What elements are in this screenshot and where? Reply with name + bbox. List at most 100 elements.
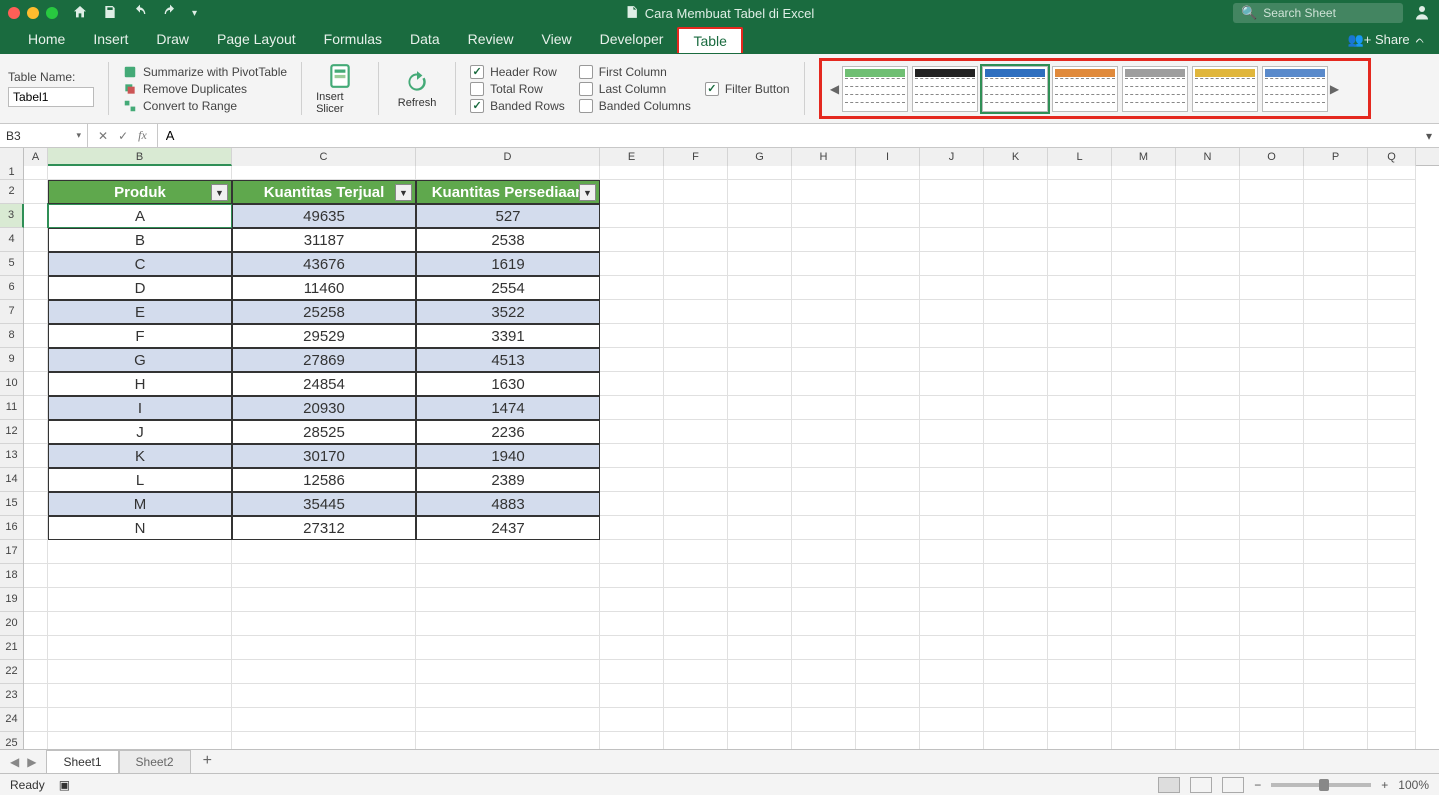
grid-cell[interactable] xyxy=(728,540,792,564)
grid-cell[interactable] xyxy=(920,732,984,749)
grid-cell[interactable] xyxy=(984,468,1048,492)
grid-cell[interactable] xyxy=(24,276,48,300)
grid-cell[interactable] xyxy=(600,516,664,540)
grid-cell[interactable] xyxy=(1048,708,1112,732)
grid-cell[interactable] xyxy=(24,612,48,636)
grid-cell[interactable]: M xyxy=(48,492,232,516)
grid-cell[interactable] xyxy=(1304,180,1368,204)
row-header[interactable]: 1 xyxy=(0,166,23,180)
grid-cell[interactable] xyxy=(856,612,920,636)
grid-cell[interactable] xyxy=(600,564,664,588)
grid-cell[interactable] xyxy=(728,276,792,300)
grid-cell[interactable] xyxy=(600,228,664,252)
grid-cell[interactable] xyxy=(792,660,856,684)
grid-cell[interactable]: I xyxy=(48,396,232,420)
grid-cell[interactable] xyxy=(728,660,792,684)
table-style-option[interactable] xyxy=(1052,66,1118,112)
grid-cell[interactable] xyxy=(664,276,728,300)
undo-icon[interactable] xyxy=(132,4,148,23)
grid-cell[interactable] xyxy=(1240,660,1304,684)
grid-cell[interactable] xyxy=(232,166,416,180)
grid-cell[interactable] xyxy=(856,300,920,324)
grid-cell[interactable]: 30170 xyxy=(232,444,416,468)
grid-cell[interactable] xyxy=(1112,166,1176,180)
grid-cell[interactable] xyxy=(792,708,856,732)
grid-cell[interactable] xyxy=(856,732,920,749)
ribbon-tab-page-layout[interactable]: Page Layout xyxy=(203,27,310,53)
grid-cell[interactable]: Kuantitas Terjual▼ xyxy=(232,180,416,204)
grid-cell[interactable] xyxy=(1176,612,1240,636)
grid-cell[interactable]: 27312 xyxy=(232,516,416,540)
grid-cell[interactable] xyxy=(1304,204,1368,228)
grid-cell[interactable] xyxy=(856,372,920,396)
grid-cell[interactable] xyxy=(1240,684,1304,708)
grid-cell[interactable] xyxy=(664,228,728,252)
grid-cell[interactable] xyxy=(1112,396,1176,420)
grid-cell[interactable] xyxy=(1304,492,1368,516)
grid-cell[interactable] xyxy=(24,204,48,228)
grid-cell[interactable] xyxy=(856,492,920,516)
grid-cell[interactable] xyxy=(984,166,1048,180)
grid-cell[interactable] xyxy=(416,612,600,636)
grid-cell[interactable]: A xyxy=(48,204,232,228)
grid-cell[interactable] xyxy=(664,166,728,180)
sheet-tab[interactable]: Sheet1 xyxy=(46,750,118,773)
grid-cell[interactable] xyxy=(1048,372,1112,396)
grid-cell[interactable] xyxy=(232,588,416,612)
insert-slicer-button[interactable]: Insert Slicer xyxy=(316,58,364,119)
gallery-prev-button[interactable]: ◀ xyxy=(828,82,842,96)
grid-cell[interactable] xyxy=(600,166,664,180)
namebox-dropdown-icon[interactable]: ▾ xyxy=(76,130,81,141)
grid-cell[interactable] xyxy=(1240,228,1304,252)
grid-cell[interactable] xyxy=(856,324,920,348)
grid-cell[interactable]: C xyxy=(48,252,232,276)
grid-cell[interactable] xyxy=(792,204,856,228)
grid-cell[interactable] xyxy=(24,468,48,492)
grid-cell[interactable] xyxy=(1048,300,1112,324)
grid-cell[interactable] xyxy=(1368,204,1416,228)
row-header[interactable]: 21 xyxy=(0,636,23,660)
row-header[interactable]: 11 xyxy=(0,396,23,420)
grid-cell[interactable] xyxy=(1048,636,1112,660)
grid-cell[interactable] xyxy=(1368,252,1416,276)
formula-input[interactable] xyxy=(158,124,1419,147)
grid-cell[interactable] xyxy=(48,612,232,636)
grid-cell[interactable] xyxy=(984,204,1048,228)
close-window-button[interactable] xyxy=(8,7,20,19)
grid-cell[interactable]: 1940 xyxy=(416,444,600,468)
grid-cell[interactable]: 4883 xyxy=(416,492,600,516)
grid-cell[interactable] xyxy=(48,708,232,732)
grid-cell[interactable] xyxy=(792,372,856,396)
grid-cell[interactable] xyxy=(1176,492,1240,516)
grid-cell[interactable] xyxy=(1368,372,1416,396)
grid-cell[interactable] xyxy=(792,468,856,492)
grid-cell[interactable] xyxy=(664,732,728,749)
grid-cell[interactable] xyxy=(856,588,920,612)
grid-cell[interactable] xyxy=(1176,252,1240,276)
grid-cell[interactable] xyxy=(920,540,984,564)
table-style-option[interactable] xyxy=(912,66,978,112)
grid-cell[interactable] xyxy=(48,660,232,684)
grid-cell[interactable]: L xyxy=(48,468,232,492)
grid-cell[interactable] xyxy=(1240,732,1304,749)
grid-cell[interactable] xyxy=(24,684,48,708)
grid-cell[interactable]: 1619 xyxy=(416,252,600,276)
grid-cell[interactable] xyxy=(232,564,416,588)
grid-cell[interactable] xyxy=(1112,180,1176,204)
normal-view-button[interactable] xyxy=(1158,777,1180,793)
grid-cell[interactable]: 35445 xyxy=(232,492,416,516)
ribbon-tab-formulas[interactable]: Formulas xyxy=(310,27,396,53)
grid-cell[interactable] xyxy=(1304,468,1368,492)
grid-cell[interactable]: 527 xyxy=(416,204,600,228)
grid-cell[interactable] xyxy=(920,444,984,468)
column-header[interactable]: J xyxy=(920,148,984,166)
grid-cell[interactable] xyxy=(1048,492,1112,516)
grid-cell[interactable] xyxy=(1048,540,1112,564)
grid-cell[interactable] xyxy=(24,588,48,612)
row-header[interactable]: 7 xyxy=(0,300,23,324)
expand-formula-bar-icon[interactable]: ▾ xyxy=(1419,124,1439,147)
grid-cell[interactable]: 2437 xyxy=(416,516,600,540)
grid-cell[interactable] xyxy=(792,564,856,588)
grid-cell[interactable] xyxy=(1048,420,1112,444)
column-header[interactable]: K xyxy=(984,148,1048,166)
